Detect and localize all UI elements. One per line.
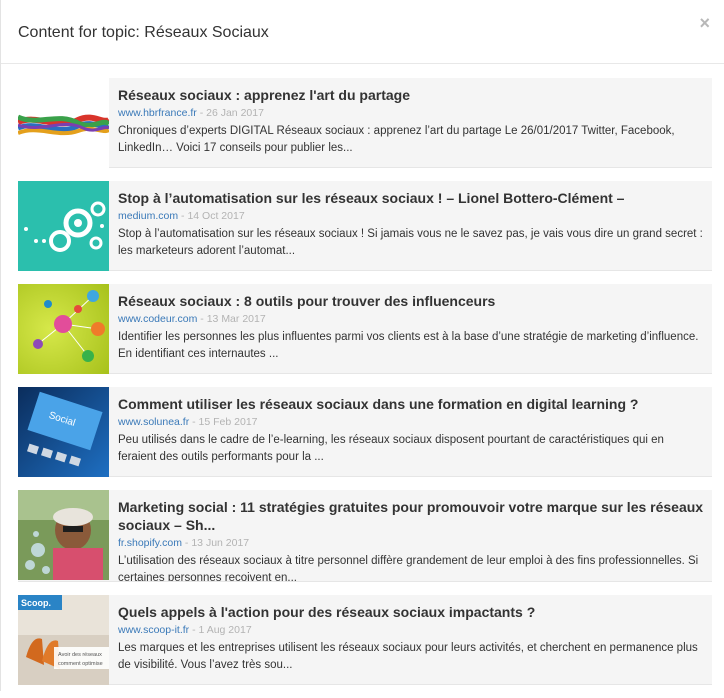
item-meta: www.hbrfrance.fr - 26 Jan 2017 xyxy=(118,106,704,120)
item-title[interactable]: Comment utiliser les réseaux sociaux dan… xyxy=(118,395,704,413)
content-list: Réseaux sociaux : apprenez l'art du part… xyxy=(18,78,712,698)
gears-image[interactable] xyxy=(18,181,109,271)
close-icon[interactable]: × xyxy=(699,14,710,32)
item-source-link[interactable]: www.solunea.fr xyxy=(118,416,189,428)
item-meta: www.solunea.fr - 15 Feb 2017 xyxy=(118,415,704,429)
item-body: Réseaux sociaux : 8 outils pour trouver … xyxy=(109,284,712,373)
item-body: Stop à l’automatisation sur les réseaux … xyxy=(109,181,712,270)
item-source-link[interactable]: medium.com xyxy=(118,210,178,222)
meta-separator: - xyxy=(196,107,207,119)
item-body: Quels appels à l'action pour des réseaux… xyxy=(109,595,712,684)
item-title[interactable]: Réseaux sociaux : apprenez l'art du part… xyxy=(118,86,704,104)
item-body: Réseaux sociaux : apprenez l'art du part… xyxy=(109,78,712,167)
item-date: 13 Jun 2017 xyxy=(191,537,250,549)
item-description: Chroniques d’experts DIGITAL Réseaux soc… xyxy=(118,125,675,154)
item-title[interactable]: Stop à l’automatisation sur les réseaux … xyxy=(118,189,704,207)
item-source-link[interactable]: fr.shopify.com xyxy=(118,537,182,549)
list-item[interactable]: Scoop. Avoir des réseaux comment optimis… xyxy=(18,595,712,685)
item-body: Marketing social : 11 stratégies gratuit… xyxy=(109,490,712,581)
social-keyboard-image[interactable]: Social xyxy=(18,387,109,477)
item-description: Identifier les personnes les plus influe… xyxy=(118,331,699,360)
list-item[interactable]: Réseaux sociaux : apprenez l'art du part… xyxy=(18,78,712,168)
item-source-link[interactable]: www.codeur.com xyxy=(118,313,197,325)
item-body: Comment utiliser les réseaux sociaux dan… xyxy=(109,387,712,476)
item-meta: fr.shopify.com - 13 Jun 2017 xyxy=(118,536,704,550)
scoopit-logo: Scoop. xyxy=(21,598,51,608)
item-title[interactable]: Marketing social : 11 stratégies gratuit… xyxy=(118,498,704,534)
item-date: 26 Jan 2017 xyxy=(206,107,264,119)
list-item[interactable]: Marketing social : 11 stratégies gratuit… xyxy=(18,490,712,582)
topic-content-modal: Content for topic: Réseaux Sociaux × Rés… xyxy=(0,0,724,691)
list-item[interactable]: Social Comment utiliser les réseaux soci… xyxy=(18,387,712,477)
item-date: 15 Feb 2017 xyxy=(198,416,258,428)
item-description: L’utilisation des réseaux sociaux à titr… xyxy=(118,555,699,581)
item-date: 1 Aug 2017 xyxy=(198,624,252,636)
item-title[interactable]: Quels appels à l'action pour des réseaux… xyxy=(118,603,704,621)
thumb-caption-line-2: comment optimise xyxy=(58,661,103,667)
list-item[interactable]: Réseaux sociaux : 8 outils pour trouver … xyxy=(18,284,712,374)
item-description: Stop à l’automatisation sur les réseaux … xyxy=(118,228,703,257)
thumb-caption-line-1: Avoir des réseaux xyxy=(58,652,102,658)
braided-ropes-image[interactable] xyxy=(18,78,109,168)
item-description: Les marques et les entreprises utilisent… xyxy=(118,642,698,671)
meta-separator: - xyxy=(197,313,207,325)
social-network-icons-image[interactable] xyxy=(18,284,109,374)
modal-title: Content for topic: Réseaux Sociaux xyxy=(18,24,269,41)
item-date: 14 Oct 2017 xyxy=(187,210,245,222)
scoopit-chairs-image[interactable]: Scoop. Avoir des réseaux comment optimis… xyxy=(18,595,109,685)
item-title[interactable]: Réseaux sociaux : 8 outils pour trouver … xyxy=(118,292,704,310)
item-source-link[interactable]: www.scoop-it.fr xyxy=(118,624,189,636)
list-item[interactable]: Stop à l’automatisation sur les réseaux … xyxy=(18,181,712,271)
man-with-bubbles-image[interactable] xyxy=(18,490,109,580)
meta-separator: - xyxy=(182,537,192,549)
item-description: Peu utilisés dans le cadre de l’e-learni… xyxy=(118,434,664,463)
item-meta: www.scoop-it.fr - 1 Aug 2017 xyxy=(118,623,704,637)
modal-header: Content for topic: Réseaux Sociaux × xyxy=(1,0,724,64)
meta-separator: - xyxy=(189,416,199,428)
item-meta: medium.com - 14 Oct 2017 xyxy=(118,209,704,223)
item-meta: www.codeur.com - 13 Mar 2017 xyxy=(118,312,704,326)
item-date: 13 Mar 2017 xyxy=(206,313,266,325)
meta-separator: - xyxy=(189,624,199,636)
item-source-link[interactable]: www.hbrfrance.fr xyxy=(118,107,197,119)
